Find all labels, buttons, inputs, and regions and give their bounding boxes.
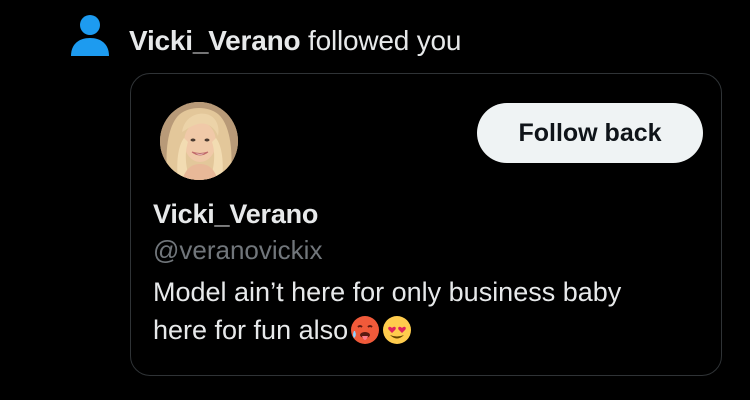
- user-bio: Model ain’t here for only business baby …: [153, 273, 713, 349]
- notification-username[interactable]: Vicki_Verano: [129, 25, 301, 56]
- bio-line-1: Model ain’t here for only business baby: [153, 277, 622, 307]
- user-card[interactable]: Follow back Vicki_Verano @veranovickix M…: [130, 73, 722, 376]
- heart-eyes-emoji: [383, 316, 412, 344]
- notification-item[interactable]: Vicki_Verano followed you Follow back Vi…: [0, 0, 750, 400]
- follow-back-button[interactable]: Follow back: [477, 103, 703, 163]
- notification-action: followed you: [300, 25, 462, 56]
- person-icon: [71, 15, 109, 56]
- bio-line-2: here for fun also: [153, 315, 349, 345]
- profile-photo: [160, 102, 238, 180]
- hot-face-emoji: [351, 316, 380, 344]
- display-name[interactable]: Vicki_Verano: [153, 199, 318, 230]
- notification-text: Vicki_Verano followed you: [129, 24, 461, 58]
- avatar[interactable]: [160, 102, 238, 180]
- user-handle: @veranovickix: [153, 235, 323, 265]
